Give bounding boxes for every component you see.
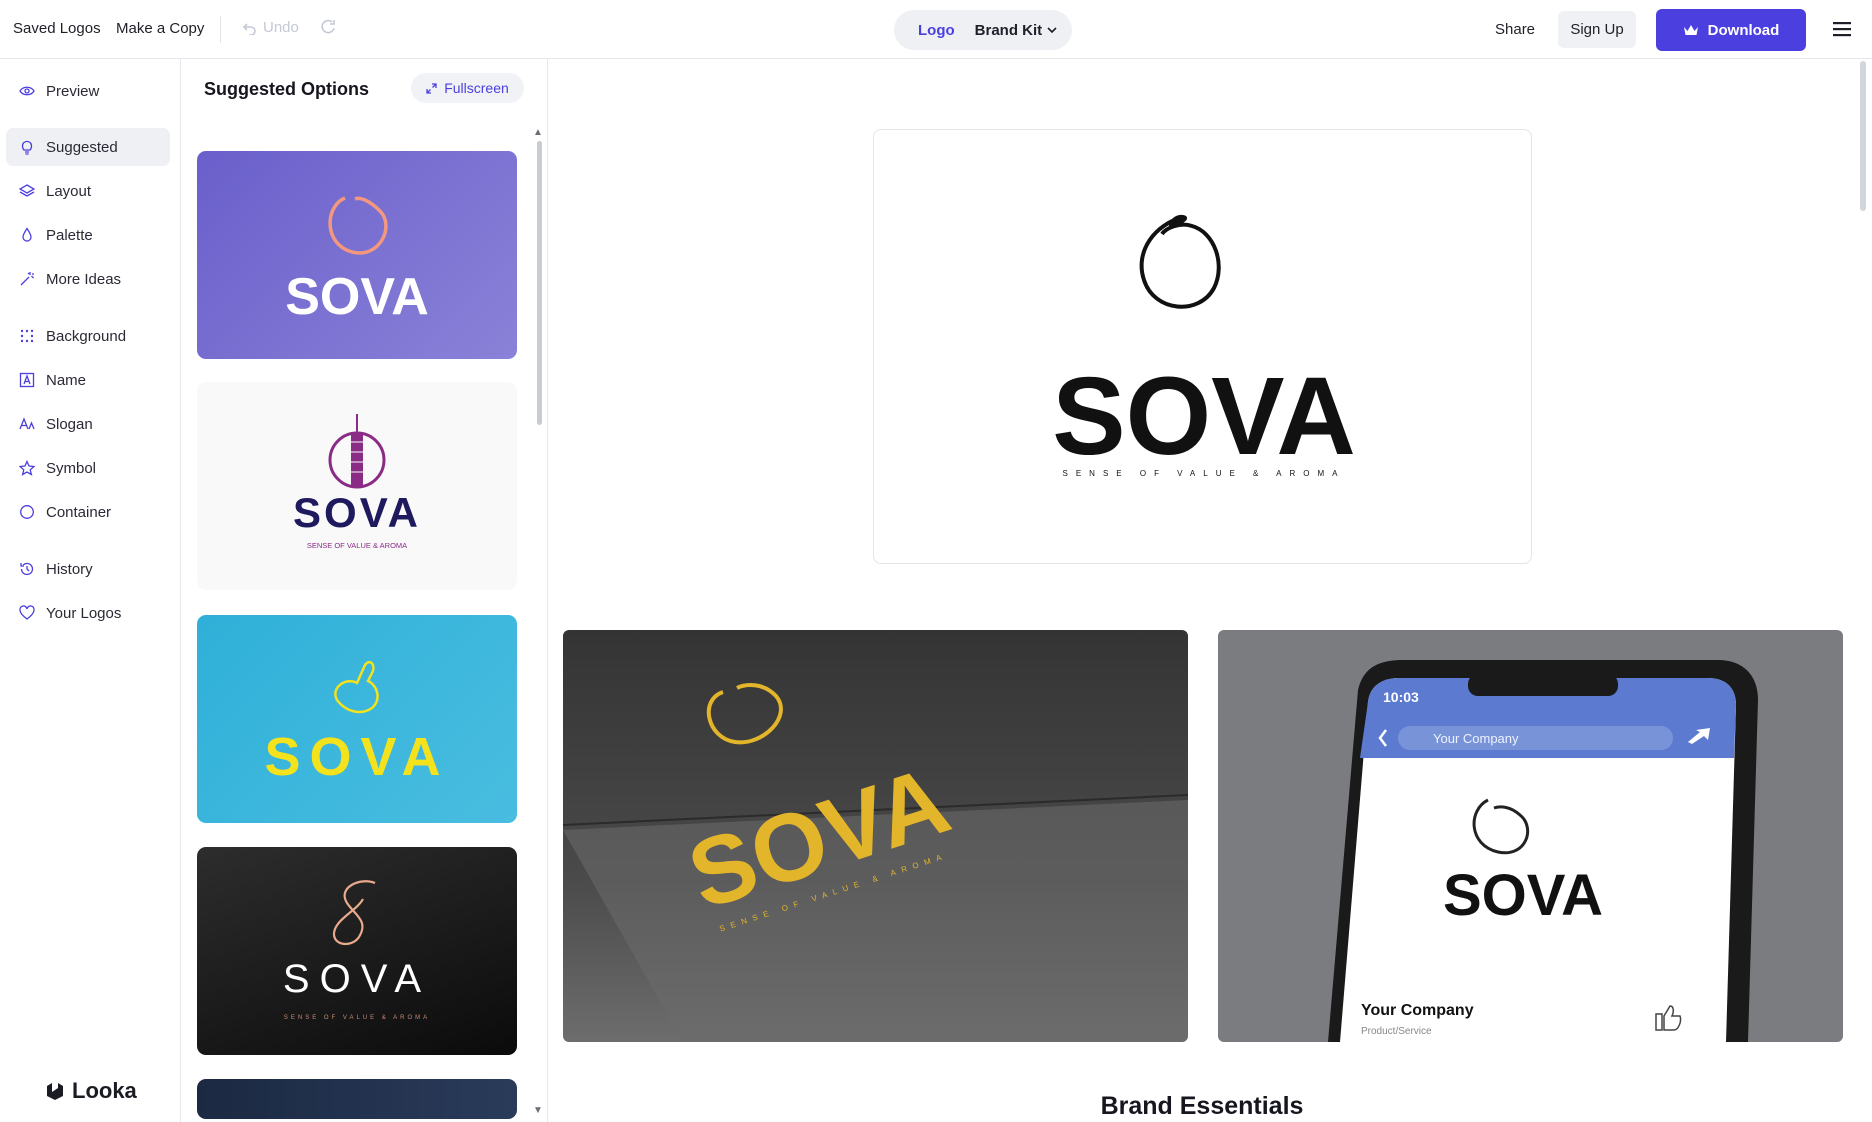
- panel-scrollbar[interactable]: [537, 141, 542, 425]
- scroll-down-arrow[interactable]: ▼: [533, 1105, 543, 1116]
- gold-foil-graphic: SOVA SENSE OF VALUE & AROMA: [563, 683, 1188, 1042]
- chevron-down-icon: [1047, 27, 1057, 34]
- panel-title: Suggested Options: [204, 79, 370, 99]
- sidebar-item-label: Suggested: [46, 138, 118, 156]
- star-icon: [19, 460, 35, 476]
- logo-preview-card: SOVA SENSE OF VALUE & AROMA: [873, 129, 1532, 564]
- logo-option-card[interactable]: [197, 1079, 517, 1119]
- download-button[interactable]: Download: [1656, 9, 1806, 51]
- grid-icon: [20, 329, 34, 343]
- card-logo-slogan: SENSE OF VALUE & AROMA: [307, 541, 407, 550]
- sidebar-item-label: Your Logos: [46, 604, 122, 622]
- download-label: Download: [1707, 21, 1780, 39]
- logo-option-card[interactable]: SOVA: [197, 151, 517, 359]
- make-copy-link[interactable]: Make a Copy: [116, 20, 204, 37]
- sidebar-item-name[interactable]: Name: [6, 361, 170, 399]
- phone-company-subtitle: Product/Service: [1361, 1026, 1432, 1037]
- sidebar-item-suggested[interactable]: Suggested: [6, 128, 170, 166]
- tab-logo[interactable]: Logo: [918, 22, 955, 39]
- phone-time: 10:03: [1383, 689, 1419, 705]
- sidebar-item-label: Preview: [46, 82, 100, 100]
- card-logo-name: SOVA: [264, 727, 449, 787]
- brand-essentials-heading: Brand Essentials: [1100, 1092, 1304, 1120]
- crown-icon: [1683, 25, 1698, 35]
- redo-icon[interactable]: [319, 18, 337, 36]
- droplet-icon: [22, 227, 32, 242]
- phone-company-name: Your Company: [1361, 1002, 1474, 1019]
- logo-preview-graphic: SOVA: [264, 660, 449, 787]
- phone-logo-name: SOVA: [1443, 863, 1603, 928]
- main-logo-graphic: SOVA SENSE OF VALUE & AROMA: [1052, 214, 1356, 478]
- history-icon: [20, 562, 34, 576]
- looka-logo[interactable]: Looka: [44, 1078, 137, 1104]
- undo-label: Undo: [263, 19, 299, 36]
- main-logo-slogan: SENSE OF VALUE & AROMA: [1063, 469, 1346, 478]
- sidebar-item-your-logos[interactable]: Your Logos: [6, 594, 170, 632]
- sidebar-item-preview[interactable]: Preview: [6, 72, 170, 110]
- sidebar-item-history[interactable]: History: [6, 550, 170, 588]
- fullscreen-label: Fullscreen: [444, 80, 509, 96]
- toolbar-divider: [220, 16, 221, 43]
- card-logo-name: SOVA: [285, 268, 429, 326]
- sidebar-item-more-ideas[interactable]: More Ideas: [6, 260, 170, 298]
- share-button[interactable]: Share: [1495, 21, 1535, 38]
- sidebar-item-label: Layout: [46, 182, 92, 200]
- gold-foil-mockup: SOVA SENSE OF VALUE & AROMA: [563, 630, 1188, 1042]
- circle-icon: [20, 505, 34, 519]
- sidebar-item-label: Background: [46, 327, 127, 345]
- main-preview-area: SOVA SENSE OF VALUE & AROMA SOVA SENSE O…: [548, 59, 1872, 1122]
- card-logo-name: SOVA: [283, 957, 431, 1001]
- scroll-up-arrow[interactable]: ▲: [533, 127, 543, 138]
- sidebar-item-label: Slogan: [46, 415, 93, 433]
- sidebar-item-slogan[interactable]: Slogan: [6, 405, 170, 443]
- card-logo-name: SOVA: [293, 489, 421, 536]
- eye-icon: [19, 86, 35, 96]
- sidebar-item-layout[interactable]: Layout: [6, 172, 170, 210]
- phone-mockup: 10:03 Your Company SOVA Your Company Pro…: [1218, 630, 1843, 1042]
- sidebar-item-symbol[interactable]: Symbol: [6, 449, 170, 487]
- fullscreen-button[interactable]: Fullscreen: [411, 73, 524, 103]
- undo-button[interactable]: Undo: [243, 19, 299, 36]
- brand-kit-label: Brand Kit: [974, 21, 1043, 39]
- sidebar-item-label: Container: [46, 503, 112, 521]
- main-scrollbar[interactable]: [1860, 61, 1866, 211]
- logo-brandkit-toggle: Logo Brand Kit: [894, 10, 1072, 50]
- logo-option-card[interactable]: SOVA SENSE OF VALUE & AROMA: [197, 382, 517, 590]
- looka-mark-icon: [47, 1083, 63, 1100]
- text-box-icon: [19, 372, 35, 388]
- expand-icon: [426, 82, 437, 94]
- lightbulb-icon: [21, 140, 33, 155]
- suggested-options-panel: Suggested Options Fullscreen SOVA SOVA S…: [181, 59, 548, 1122]
- card-logo-slogan: SENSE OF VALUE & AROMA: [284, 1015, 430, 1021]
- sidebar-item-label: Palette: [46, 226, 93, 244]
- sidebar-item-label: Symbol: [46, 459, 97, 477]
- sidebar-item-palette[interactable]: Palette: [6, 216, 170, 254]
- undo-icon: [243, 22, 256, 35]
- sidebar-item-container[interactable]: Container: [6, 493, 170, 531]
- tab-brand-kit[interactable]: Brand Kit: [975, 22, 1058, 39]
- phone-search-text: Your Company: [1433, 731, 1519, 746]
- logo-preview-graphic: SOVA SENSE OF VALUE & AROMA: [283, 880, 431, 1021]
- top-bar: Saved Logos Make a Copy Undo Logo Brand …: [0, 0, 1872, 59]
- sign-up-button[interactable]: Sign Up: [1558, 11, 1636, 48]
- hamburger-menu-icon[interactable]: [1832, 20, 1852, 38]
- font-icon: [19, 417, 35, 430]
- logo-preview-graphic: SOVA: [285, 196, 429, 326]
- logo-option-card[interactable]: SOVA: [197, 615, 517, 823]
- saved-logos-link[interactable]: Saved Logos: [13, 20, 101, 37]
- heart-icon: [19, 605, 35, 620]
- phone-mockup-graphic: 10:03 Your Company SOVA Your Company Pro…: [1328, 660, 1758, 1042]
- sidebar-item-label: More Ideas: [46, 270, 122, 288]
- magic-wand-icon: [20, 272, 34, 286]
- main-logo-name: SOVA: [1052, 355, 1356, 478]
- sidebar-item-background[interactable]: Background: [6, 317, 170, 355]
- sidebar-item-label: Name: [46, 371, 87, 389]
- brand-name: Looka: [72, 1078, 137, 1103]
- sidebar-item-label: History: [46, 560, 93, 578]
- logo-preview-graphic: SOVA SENSE OF VALUE & AROMA: [293, 414, 421, 550]
- left-sidebar: Preview Suggested Layout Palette More Id…: [0, 59, 181, 1122]
- logo-option-card[interactable]: SOVA SENSE OF VALUE & AROMA: [197, 847, 517, 1055]
- layers-icon: [19, 184, 35, 197]
